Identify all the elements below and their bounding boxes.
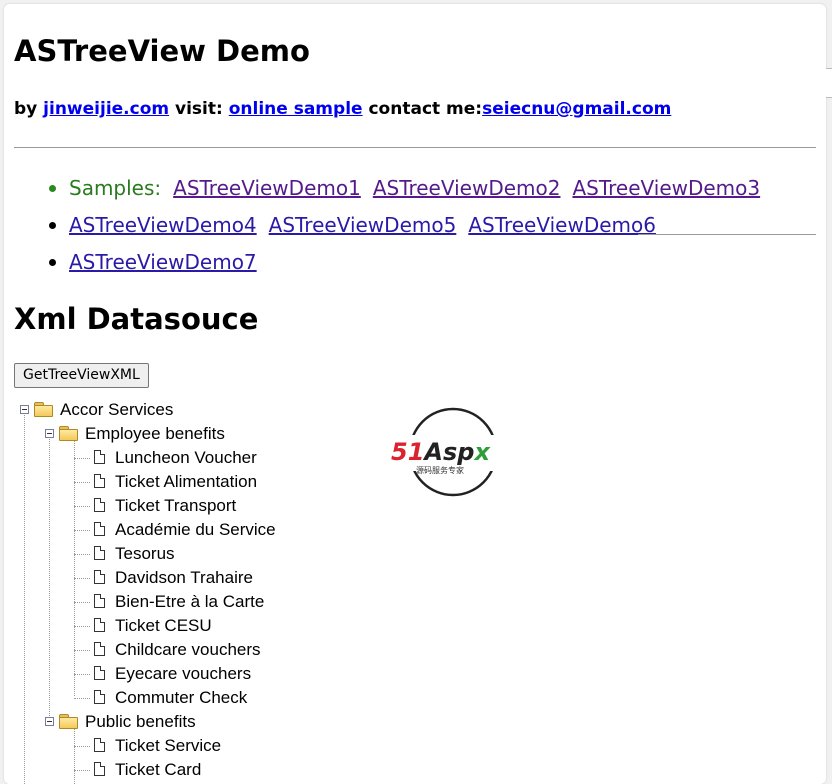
51aspx-logo: 51Aspx 源码服务专家 [390, 407, 516, 497]
bullet [49, 222, 56, 229]
tree-node-label[interactable]: Childcare vouchers [115, 638, 261, 662]
tree-node-label[interactable]: Public benefits [85, 710, 196, 734]
tree-line [74, 458, 90, 459]
tree-node-label[interactable]: Ticket Service [115, 734, 221, 758]
scrollbar-edge [826, 68, 832, 98]
tree-line [74, 770, 90, 771]
logo-brand: 51Aspx [391, 438, 491, 466]
file-icon [94, 450, 105, 464]
sample-link-1[interactable]: ASTreeViewDemo1 [173, 176, 361, 200]
tree-line [74, 554, 90, 555]
samples-label: Samples: [69, 176, 162, 200]
collapse-icon[interactable] [45, 717, 54, 726]
file-icon [94, 618, 105, 632]
contact-label: contact me: [362, 99, 483, 119]
file-icon [94, 666, 105, 680]
file-icon [94, 738, 105, 752]
logo-tagline: 源码服务专家 [416, 465, 464, 475]
collapse-icon[interactable] [45, 429, 54, 438]
get-treeview-xml-button[interactable]: GetTreeViewXML [14, 363, 149, 388]
sample-link-2[interactable]: ASTreeViewDemo2 [373, 176, 561, 200]
tree-line [74, 506, 90, 507]
tree-line [74, 724, 75, 784]
samples-row-1: Samples: ASTreeViewDemo1 ASTreeViewDemo2 AS… [14, 176, 772, 213]
divider [14, 147, 816, 148]
file-icon [94, 474, 105, 488]
tree-node-label[interactable]: Commuter Check [115, 686, 247, 710]
file-icon [94, 522, 105, 536]
by-label: by [14, 99, 44, 119]
samples-list: Samples: ASTreeViewDemo1 ASTreeViewDemo2 AS… [14, 176, 772, 287]
divider-partial [638, 234, 816, 235]
tree-line [74, 530, 90, 531]
page: ASTreeView Demo by jinweijie.com visit: … [4, 4, 826, 784]
tree-node-label[interactable]: Employee benefits [85, 422, 225, 446]
tree-line [74, 578, 90, 579]
file-icon [94, 594, 105, 608]
tree-line [74, 698, 90, 699]
tree-node-label[interactable]: Ticket CESU [115, 614, 212, 638]
tree-node-label[interactable]: Accor Services [60, 398, 173, 422]
byline: by jinweijie.com visit: online sample co… [14, 99, 671, 119]
online-sample-link[interactable]: online sample [229, 99, 363, 119]
file-icon [94, 690, 105, 704]
folder-open-icon [59, 426, 78, 441]
tree-line [74, 746, 90, 747]
sample-link-6[interactable]: ASTreeViewDemo6 [468, 213, 656, 237]
collapse-icon[interactable] [20, 405, 29, 414]
samples-row-3: ASTreeViewDemo7 [14, 250, 772, 287]
tree-node-label[interactable]: Eyecare vouchers [115, 662, 251, 686]
tree-node-label[interactable]: Davidson Trahaire [115, 566, 253, 590]
tree-line [74, 650, 90, 651]
sample-link-7[interactable]: ASTreeViewDemo7 [69, 250, 257, 274]
file-icon [94, 570, 105, 584]
tree-line [24, 412, 25, 784]
sample-link-4[interactable]: ASTreeViewDemo4 [69, 213, 257, 237]
author-link[interactable]: jinweijie.com [43, 99, 169, 119]
tree-line [74, 674, 90, 675]
email-link[interactable]: seiecnu@gmail.com [482, 99, 671, 119]
page-title: ASTreeView Demo [14, 34, 310, 68]
tree-node-label[interactable]: Luncheon Voucher [115, 446, 257, 470]
tree-line [74, 436, 75, 696]
sample-link-3[interactable]: ASTreeViewDemo3 [572, 176, 760, 200]
folder-open-icon [59, 714, 78, 729]
tree-line [74, 626, 90, 627]
tree-node-label[interactable]: Bien-Etre à la Carte [115, 590, 264, 614]
tree-node-label[interactable]: Ticket Card [115, 758, 201, 782]
sample-link-5[interactable]: ASTreeViewDemo5 [269, 213, 457, 237]
tree-node-label[interactable]: Académie du Service [115, 518, 276, 542]
tree-line [74, 602, 90, 603]
samples-row-2: ASTreeViewDemo4 ASTreeViewDemo5 ASTreeView… [14, 213, 772, 250]
section-title: Xml Datasouce [14, 302, 259, 336]
file-icon [94, 762, 105, 776]
tree-node-label[interactable]: Tesorus [115, 542, 175, 566]
bullet [49, 185, 56, 192]
tree-line [74, 482, 90, 483]
file-icon [94, 498, 105, 512]
folder-open-icon [34, 402, 53, 417]
file-icon [94, 546, 105, 560]
tree-node-label[interactable]: Ticket Alimentation [115, 470, 257, 494]
bullet [49, 259, 56, 266]
tree-line [49, 436, 50, 726]
tree-node-label[interactable]: Ticket Transport [115, 494, 236, 518]
file-icon [94, 642, 105, 656]
visit-label: visit: [169, 99, 229, 119]
